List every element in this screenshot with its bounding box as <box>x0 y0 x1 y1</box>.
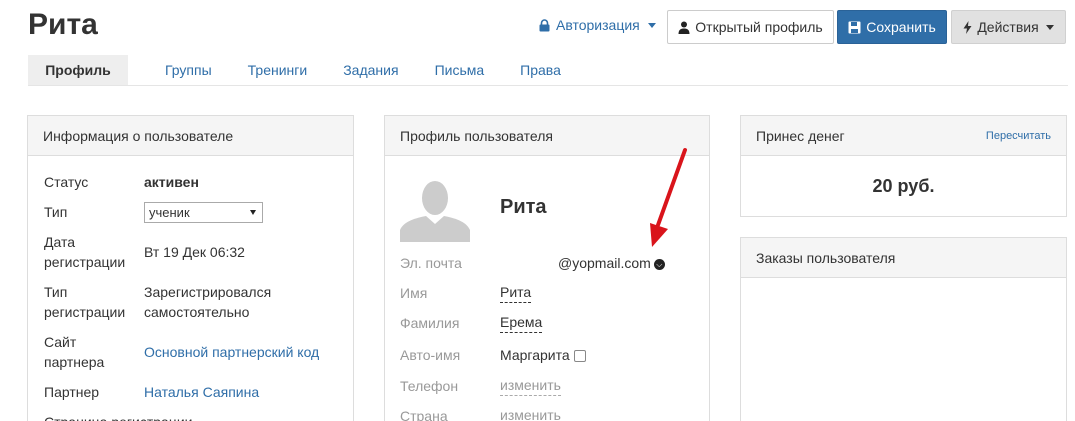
partner-label: Партнер <box>44 384 100 400</box>
last-name-value[interactable]: Ерема <box>500 313 543 333</box>
tab-groups[interactable]: Группы <box>147 55 230 85</box>
user-info-heading: Информация о пользователе <box>28 116 353 156</box>
first-name-value[interactable]: Рита <box>500 283 532 303</box>
bolt-icon <box>963 20 972 34</box>
tab-letters[interactable]: Письма <box>417 55 503 85</box>
partner-link[interactable]: Наталья Саяпина <box>144 382 344 402</box>
save-button[interactable]: Сохранить <box>837 10 947 44</box>
type-select-value: ученик <box>149 205 190 220</box>
first-name-label: Имя <box>400 285 428 301</box>
avatar <box>400 174 470 242</box>
last-name-label: Фамилия <box>400 315 460 331</box>
money-value: 20 руб. <box>872 176 935 196</box>
money-panel: Принес денег Пересчитать 20 руб. <box>740 115 1067 217</box>
tab-tasks[interactable]: Задания <box>325 55 416 85</box>
tab-trainings[interactable]: Тренинги <box>230 55 326 85</box>
phone-row: Телефон изменить <box>400 376 700 398</box>
auto-name-text: Маргарита <box>500 347 570 363</box>
type-select[interactable]: ученик <box>144 202 263 223</box>
orders-heading: Заказы пользователя <box>741 238 1066 278</box>
tab-rights[interactable]: Права <box>502 55 579 85</box>
money-heading-label: Принес денег <box>756 128 845 144</box>
tab-profile[interactable]: Профиль <box>28 55 128 85</box>
email-row: Эл. почта @yopmail.com ⌵ <box>400 253 700 275</box>
phone-label: Телефон <box>400 378 459 394</box>
open-profile-button[interactable]: Открытый профиль <box>667 10 834 44</box>
country-row: Страна изменить <box>400 406 700 421</box>
save-label: Сохранить <box>866 19 936 35</box>
partner-site-link[interactable]: Основной партнерский код <box>144 342 344 362</box>
reg-date-label: Дата регистрации <box>44 234 126 270</box>
chevron-down-icon <box>647 22 656 28</box>
reg-date-value: Вт 19 Дек 06:32 <box>144 244 245 260</box>
phone-change-link[interactable]: изменить <box>500 376 561 396</box>
first-name-row: Имя Рита <box>400 283 700 305</box>
actions-button[interactable]: Действия <box>951 10 1066 44</box>
tabs-divider <box>28 85 1068 86</box>
email-value: @yopmail.com ⌵ <box>558 253 665 273</box>
user-icon <box>678 21 690 34</box>
reg-type-label: Тип регистрации <box>44 284 126 320</box>
auto-name-row: Авто-имя Маргарита <box>400 345 700 367</box>
status-label: Статус <box>44 174 89 190</box>
email-label: Эл. почта <box>400 255 462 271</box>
tab-bar: Профиль Группы Тренинги Задания Письма П… <box>28 55 579 85</box>
money-heading: Принес денег Пересчитать <box>741 116 1066 156</box>
chevron-down-icon <box>1045 24 1054 30</box>
reg-type-value: Зарегистрировался самостоятельно <box>144 284 272 320</box>
status-value: активен <box>144 174 199 190</box>
email-text: @yopmail.com <box>558 255 651 271</box>
chevron-down-icon[interactable]: ⌵ <box>653 258 665 270</box>
chevron-down-icon <box>250 210 256 215</box>
orders-panel: Заказы пользователя <box>740 237 1067 421</box>
page-title: Рита <box>28 8 98 41</box>
auth-label: Авторизация <box>556 17 640 33</box>
country-label: Страна <box>400 408 448 421</box>
auto-name-label: Авто-имя <box>400 347 461 363</box>
profile-name: Рита <box>500 196 547 218</box>
user-info-panel: Информация о пользователе Статус активен… <box>27 115 354 421</box>
partner-site-label: Сайт партнера <box>44 334 105 370</box>
recalc-link[interactable]: Пересчитать <box>986 116 1051 156</box>
actions-label: Действия <box>977 19 1039 35</box>
open-profile-label: Открытый профиль <box>695 19 823 35</box>
last-name-row: Фамилия Ерема <box>400 313 700 335</box>
country-change-link[interactable]: изменить <box>500 406 561 421</box>
annotation-arrow <box>650 148 687 247</box>
auto-name-checkbox[interactable] <box>573 350 586 363</box>
type-label: Тип <box>44 204 68 220</box>
auth-dropdown[interactable]: Авторизация <box>539 17 656 33</box>
lock-icon <box>539 18 550 31</box>
reg-page-label: Страница регистрации <box>44 412 244 421</box>
auto-name-value: Маргарита <box>500 345 586 365</box>
floppy-icon <box>848 21 861 33</box>
